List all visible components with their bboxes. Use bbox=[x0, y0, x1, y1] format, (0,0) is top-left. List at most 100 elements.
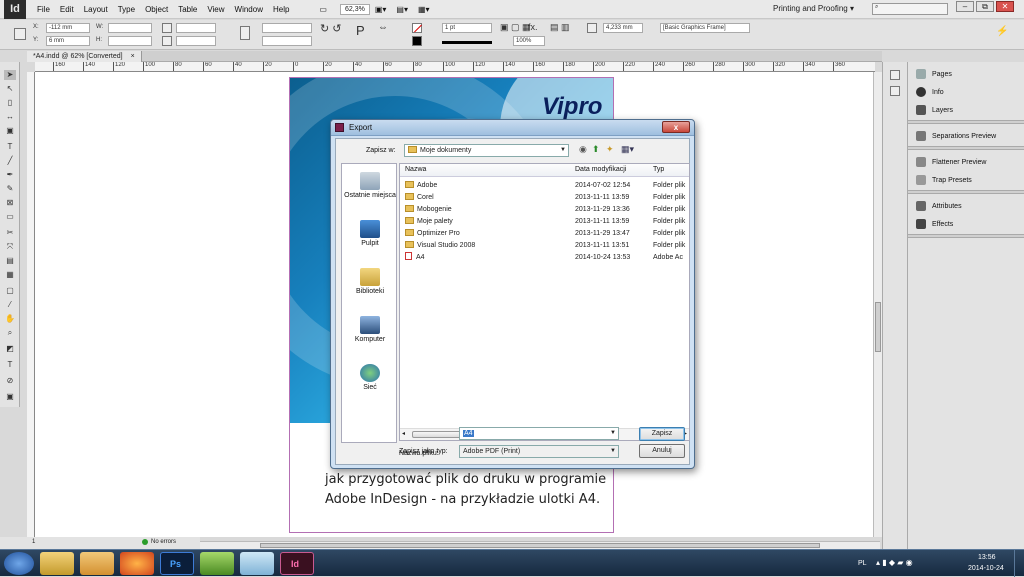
place-libraries[interactable]: Biblioteki bbox=[342, 268, 398, 295]
firefox-taskbar-icon[interactable] bbox=[120, 552, 154, 575]
gap-field[interactable]: 4,233 mm bbox=[603, 23, 643, 33]
horizontal-scrollbar[interactable] bbox=[200, 541, 880, 549]
opacity-field[interactable]: 100% bbox=[513, 36, 545, 46]
free-transform-tool-icon[interactable]: ⤧ bbox=[4, 242, 16, 252]
filename-input[interactable]: A4 ▼ bbox=[459, 427, 619, 440]
language-indicator[interactable]: PL bbox=[858, 560, 867, 567]
scale-x-field[interactable] bbox=[176, 23, 216, 33]
show-desktop-button[interactable] bbox=[1014, 550, 1024, 577]
vertical-scrollbar[interactable] bbox=[873, 72, 882, 537]
place-desktop[interactable]: Pulpit bbox=[342, 220, 398, 247]
auto-fit-icon[interactable] bbox=[587, 23, 597, 33]
vertical-scroll-thumb[interactable] bbox=[875, 302, 881, 352]
panel-separations-preview[interactable]: Separations Preview bbox=[916, 131, 996, 141]
folder-taskbar-icon[interactable] bbox=[80, 552, 114, 575]
notepad-taskbar-icon[interactable] bbox=[240, 552, 274, 575]
column-name[interactable]: Nazwa bbox=[405, 166, 426, 173]
x-field[interactable]: -112 mm bbox=[46, 23, 90, 33]
gradient-tool-icon[interactable]: ▤ bbox=[4, 256, 16, 266]
horizontal-scroll-thumb[interactable] bbox=[260, 543, 820, 548]
dialog-close-button[interactable]: x bbox=[662, 121, 690, 133]
panel-layers[interactable]: Layers bbox=[916, 105, 953, 115]
view-menu-icon[interactable]: ▦▾ bbox=[621, 144, 634, 155]
file-row[interactable]: A4 2014-10-24 13:53 Adobe Ac bbox=[400, 252, 689, 264]
file-row[interactable]: Corel 2013-11-11 13:59 Folder plik bbox=[400, 192, 689, 204]
document-text-line-1[interactable]: jak przygotować plik do druku w programi… bbox=[325, 472, 606, 487]
arrange-documents-icon[interactable]: ▦▾ bbox=[413, 5, 435, 14]
indesign-taskbar-icon[interactable]: Id bbox=[280, 552, 314, 575]
scale-y-field[interactable] bbox=[176, 36, 216, 46]
fx-icon[interactable]: fx. bbox=[528, 22, 538, 32]
zoom-tool-icon[interactable]: ⌕ bbox=[4, 328, 16, 338]
fill-stroke-icon[interactable]: ◩ bbox=[4, 344, 16, 354]
restore-button[interactable]: ⧉ bbox=[976, 1, 994, 12]
scale-y-icon[interactable] bbox=[162, 36, 172, 46]
save-in-select[interactable]: Moje dokumenty ▼ bbox=[404, 144, 569, 157]
stroke-swatch[interactable] bbox=[412, 36, 422, 46]
page-tool-icon[interactable]: ▯ bbox=[4, 98, 16, 108]
dialog-title-bar[interactable]: Export x bbox=[331, 120, 694, 136]
flip-icons[interactable]: ⇔ bbox=[378, 22, 388, 33]
content-collector-icon[interactable]: ▣ bbox=[4, 126, 16, 136]
preflight-status[interactable]: No errors bbox=[151, 539, 176, 545]
panel-trap-presets[interactable]: Trap Presets bbox=[916, 175, 972, 185]
object-style-select[interactable]: [Basic Graphics Frame] bbox=[660, 23, 750, 33]
place-network[interactable]: Sieć bbox=[342, 364, 398, 391]
stroke-type-selector[interactable] bbox=[442, 41, 492, 44]
selection-tool-icon[interactable]: ➤ bbox=[4, 70, 16, 80]
eyedropper-tool-icon[interactable]: ⁄ bbox=[4, 300, 16, 310]
gradient-feather-icon[interactable]: ▦ bbox=[4, 270, 16, 280]
document-tab[interactable]: *A4.indd @ 62% [Converted] × bbox=[27, 51, 142, 62]
scissors-tool-icon[interactable]: ✂ bbox=[4, 228, 16, 238]
file-row[interactable]: Optimizer Pro 2013-11-29 13:47 Folder plik bbox=[400, 228, 689, 240]
menu-window[interactable]: Window bbox=[230, 5, 268, 14]
formatting-affects-icon[interactable]: T bbox=[4, 360, 16, 370]
place-recent[interactable]: Ostatnie miejsca bbox=[342, 172, 398, 199]
direct-selection-tool-icon[interactable]: ↖ bbox=[4, 84, 16, 94]
search-input[interactable]: ⌕ bbox=[872, 3, 948, 15]
clock-time[interactable]: 13:56 bbox=[978, 554, 996, 561]
document-text-line-2[interactable]: Adobe InDesign - na przykładzie ulotki A… bbox=[325, 492, 600, 507]
cancel-button[interactable]: Anuluj bbox=[639, 444, 685, 458]
menu-help[interactable]: Help bbox=[268, 5, 294, 14]
panel-strip-icon-1[interactable] bbox=[890, 70, 900, 80]
note-tool-icon[interactable]: ▢ bbox=[4, 286, 16, 296]
column-type[interactable]: Typ bbox=[653, 166, 664, 173]
stroke-weight-field[interactable]: 1 pt bbox=[442, 23, 492, 33]
zoom-level[interactable]: 62,3% bbox=[339, 3, 370, 15]
fill-swatch[interactable] bbox=[412, 23, 422, 33]
view-options-icon[interactable]: ▣▾ bbox=[370, 5, 392, 14]
panel-pages[interactable]: Pages bbox=[916, 69, 952, 79]
screen-mode-tool-icon[interactable]: ▣ bbox=[4, 392, 16, 402]
scale-x-icon[interactable] bbox=[162, 23, 172, 33]
scroll-left-icon[interactable]: ◂ bbox=[402, 430, 405, 437]
menu-type[interactable]: Type bbox=[113, 5, 140, 14]
panel-effects[interactable]: Effects bbox=[916, 219, 953, 229]
align-icons[interactable]: ▤ ▥ bbox=[550, 22, 570, 33]
save-button[interactable]: Zapisz bbox=[639, 427, 685, 441]
menu-layout[interactable]: Layout bbox=[79, 5, 113, 14]
pen-tool-icon[interactable]: ✒ bbox=[4, 170, 16, 180]
rectangle-frame-tool-icon[interactable]: ⊠ bbox=[4, 198, 16, 208]
y-field[interactable]: 6 mm bbox=[46, 36, 90, 46]
place-computer[interactable]: Komputer bbox=[342, 316, 398, 343]
screen-mode-icon[interactable]: ▤▾ bbox=[391, 5, 413, 14]
up-folder-icon[interactable]: ⬆ bbox=[592, 144, 600, 155]
panel-attributes[interactable]: Attributes bbox=[916, 201, 962, 211]
start-button-icon[interactable] bbox=[4, 552, 34, 575]
file-row[interactable]: Adobe 2014-07-02 12:54 Folder plik bbox=[400, 180, 689, 192]
explorer-taskbar-icon[interactable] bbox=[40, 552, 74, 575]
shear-field[interactable] bbox=[262, 36, 312, 46]
file-row[interactable]: Mobogenie 2013-11-29 13:36 Folder plik bbox=[400, 204, 689, 216]
tray-icons[interactable]: ▴ ▮ ◆ ▰ ◉ bbox=[876, 558, 913, 567]
close-tab-icon[interactable]: × bbox=[131, 53, 135, 60]
menu-object[interactable]: Object bbox=[140, 5, 173, 14]
menu-edit[interactable]: Edit bbox=[55, 5, 79, 14]
w-field[interactable] bbox=[108, 23, 152, 33]
photoshop-taskbar-icon[interactable]: Ps bbox=[160, 552, 194, 575]
constrain-proportions-icon[interactable] bbox=[240, 26, 250, 40]
rotate-icons[interactable]: ↻ ↺ bbox=[320, 22, 342, 35]
apply-none-icon[interactable]: ⊘ bbox=[4, 376, 16, 386]
file-row[interactable]: Visual Studio 2008 2013-11-11 13:51 Folder… bbox=[400, 240, 689, 252]
select-container-icon[interactable]: P bbox=[356, 23, 365, 38]
